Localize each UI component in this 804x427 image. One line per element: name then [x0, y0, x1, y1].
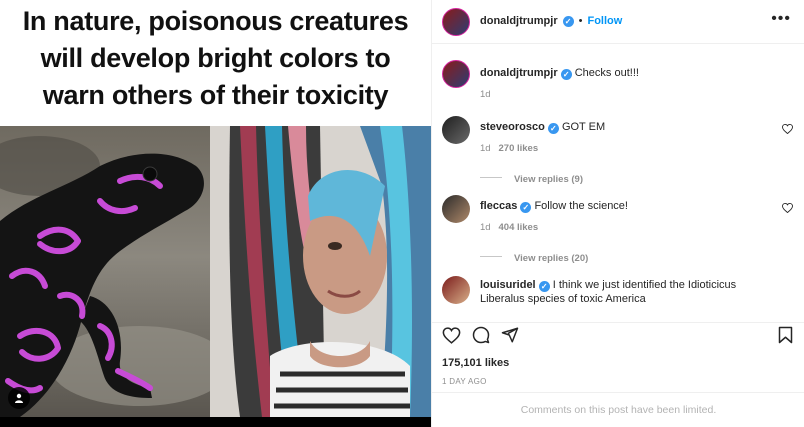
- likes-count[interactable]: 175,101 likes: [442, 357, 509, 369]
- commenter-avatar[interactable]: [442, 116, 470, 144]
- verified-icon: ✓: [538, 281, 550, 292]
- woman-photo: [210, 126, 431, 417]
- comment-text: I think we just identified the Idioticic…: [552, 279, 737, 291]
- post-side-panel: donaldjtrumpjr ✓ • Follow ••• donaldjtru…: [431, 0, 804, 427]
- caption-time[interactable]: 1d: [480, 89, 491, 100]
- header-separator: •: [578, 15, 583, 27]
- comments-limited-notice: Comments on this post have been limited.: [432, 392, 804, 427]
- comment-item: fleccas ✓ Follow the science! 1d 404 lik…: [432, 195, 804, 265]
- comment-text-continued: Liberalus species of toxic America: [480, 293, 646, 305]
- comment-item: steveorosco ✓ GOT EM 1d 270 likes View r…: [432, 116, 804, 186]
- commenter-avatar[interactable]: [442, 195, 470, 223]
- view-replies-label[interactable]: View replies (20): [514, 253, 588, 264]
- post-media[interactable]: In nature, poisonous creatures will deve…: [0, 0, 431, 427]
- meme-caption-line: In nature, poisonous creatures: [22, 6, 409, 36]
- comment-time[interactable]: 1d: [480, 143, 491, 154]
- meme-image: In nature, poisonous creatures will deve…: [0, 0, 431, 417]
- comment-text: Follow the science!: [534, 200, 628, 212]
- replies-divider: [480, 177, 502, 179]
- author-username[interactable]: donaldjtrumpjr: [480, 15, 558, 27]
- meme-caption-line: will develop bright colors to: [40, 43, 391, 73]
- caption-username[interactable]: donaldjtrumpjr: [480, 67, 558, 79]
- comment-icon[interactable]: [472, 326, 490, 344]
- post-date[interactable]: 1 DAY AGO: [442, 377, 487, 386]
- user-tags-button[interactable]: [8, 387, 30, 409]
- like-icon[interactable]: [442, 327, 461, 344]
- comment-likes[interactable]: 404 likes: [499, 222, 539, 233]
- comment-item: louisuridel ✓ I think we just identified…: [432, 276, 804, 320]
- caption-text: Checks out!!!: [574, 67, 639, 79]
- media-bottom-bar: [0, 417, 431, 427]
- share-icon[interactable]: [501, 326, 519, 344]
- comment-like-icon[interactable]: [782, 203, 793, 213]
- comment-username[interactable]: louisuridel: [480, 279, 536, 291]
- more-options-icon[interactable]: •••: [771, 11, 791, 27]
- verified-icon: ✓: [547, 123, 559, 134]
- frog-photo: [0, 126, 210, 417]
- author-avatar[interactable]: [442, 8, 470, 36]
- comment-like-icon[interactable]: [782, 124, 793, 134]
- comment-text: GOT EM: [561, 121, 606, 133]
- meme-caption: In nature, poisonous creatures will deve…: [0, 0, 431, 126]
- verified-icon: ✓: [562, 15, 574, 27]
- commenter-avatar[interactable]: [442, 276, 470, 304]
- caption-avatar[interactable]: [442, 60, 470, 88]
- comment-username[interactable]: fleccas: [480, 200, 517, 212]
- follow-button[interactable]: Follow: [587, 15, 622, 27]
- comment-likes[interactable]: 270 likes: [499, 143, 539, 154]
- meme-caption-line: warn others of their toxicity: [42, 80, 389, 110]
- comment-time[interactable]: 1d: [480, 222, 491, 233]
- user-icon: [15, 393, 23, 403]
- verified-icon: ✓: [560, 69, 572, 80]
- view-replies-button[interactable]: View replies (9): [480, 169, 583, 187]
- view-replies-button[interactable]: View replies (20): [480, 248, 588, 266]
- replies-divider: [480, 256, 502, 258]
- view-replies-label[interactable]: View replies (9): [514, 174, 583, 185]
- comment-username[interactable]: steveorosco: [480, 121, 545, 133]
- save-icon[interactable]: [778, 326, 793, 344]
- post-header: donaldjtrumpjr ✓ • Follow •••: [432, 0, 804, 44]
- post-caption: donaldjtrumpjr ✓ Checks out!!! 1d: [432, 60, 804, 104]
- verified-icon: ✓: [520, 202, 532, 213]
